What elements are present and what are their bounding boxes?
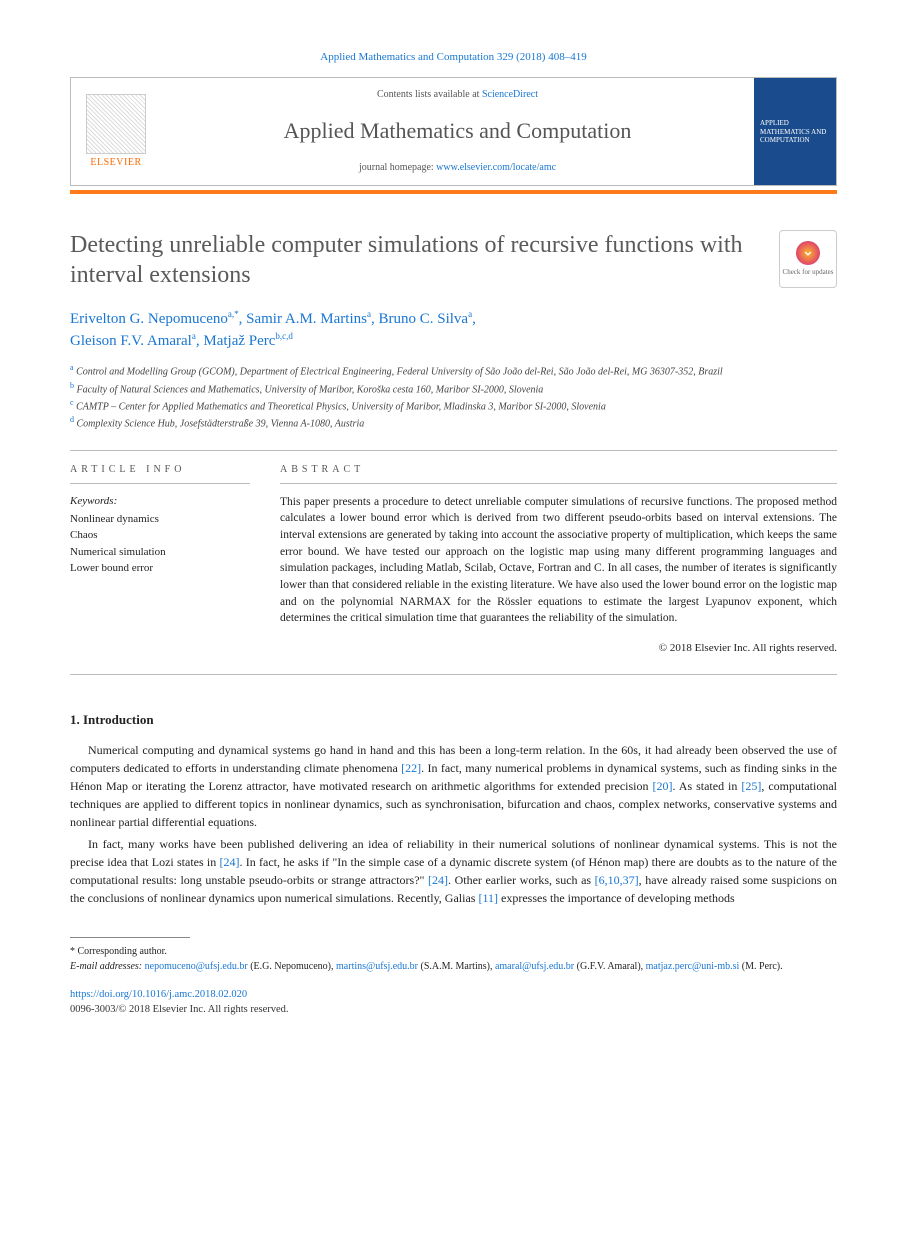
footnote-rule	[70, 937, 190, 938]
issn-copyright: 0096-3003/© 2018 Elsevier Inc. All right…	[70, 1004, 289, 1015]
email-4[interactable]: matjaz.perc@uni-mb.si	[646, 961, 740, 972]
keyword: Nonlinear dynamics	[70, 511, 250, 528]
sep: ,	[239, 311, 247, 327]
crossmark-icon	[796, 241, 820, 265]
homepage-link[interactable]: www.elsevier.com/locate/amc	[436, 162, 556, 173]
publisher-label: ELSEVIER	[90, 156, 141, 170]
article-title: Detecting unreliable computer simulation…	[70, 230, 759, 290]
email-label: E-mail addresses:	[70, 961, 142, 972]
keywords-label: Keywords:	[70, 494, 250, 509]
email-2-name: (S.A.M. Martins),	[418, 961, 495, 972]
affiliation-d: Complexity Science Hub, Josefstädterstra…	[77, 419, 365, 430]
journal-name: Applied Mathematics and Computation	[169, 116, 746, 147]
citation-header: Applied Mathematics and Computation 329 …	[70, 50, 837, 65]
elsevier-tree-icon	[86, 94, 146, 154]
keyword: Lower bound error	[70, 560, 250, 577]
ref-24[interactable]: [24]	[220, 855, 240, 869]
doi-link[interactable]: https://doi.org/10.1016/j.amc.2018.02.02…	[70, 989, 247, 1000]
author-1[interactable]: Erivelton G. Nepomuceno	[70, 311, 228, 327]
sciencedirect-link[interactable]: ScienceDirect	[482, 89, 538, 100]
divider-bar	[70, 190, 837, 194]
author-1-aff: a,*	[228, 309, 239, 319]
ref-20[interactable]: [20]	[652, 779, 672, 793]
affiliations-block: a Control and Modelling Group (GCOM), De…	[70, 362, 837, 431]
journal-homepage: journal homepage: www.elsevier.com/locat…	[169, 161, 746, 175]
homepage-prefix: journal homepage:	[359, 162, 436, 173]
text: . As stated in	[672, 779, 741, 793]
intro-para-1: Numerical computing and dynamical system…	[70, 741, 837, 831]
author-4[interactable]: Gleison F.V. Amaral	[70, 333, 192, 349]
affiliation-c: CAMTP – Center for Applied Mathematics a…	[76, 401, 606, 412]
abstract-column: ABSTRACT This paper presents a procedure…	[280, 463, 837, 657]
contents-available: Contents lists available at ScienceDirec…	[169, 88, 746, 102]
keyword: Numerical simulation	[70, 544, 250, 561]
publisher-logo-block: ELSEVIER	[71, 78, 161, 185]
affiliation-b: Faculty of Natural Sciences and Mathemat…	[77, 384, 544, 395]
author-5-aff: b,c,d	[275, 331, 293, 341]
text: . Other earlier works, such as	[448, 873, 595, 887]
journal-cover-thumb: APPLIED MATHEMATICS AND COMPUTATION	[754, 78, 836, 185]
corresponding-author: * Corresponding author.	[70, 944, 837, 959]
email-1-name: (E.G. Nepomuceno),	[248, 961, 336, 972]
article-info-column: ARTICLE INFO Keywords: Nonlinear dynamic…	[70, 463, 250, 657]
authors-block: Erivelton G. Nepomucenoa,*, Samir A.M. M…	[70, 308, 837, 352]
author-5[interactable]: Matjaž Perc	[203, 333, 275, 349]
ref-11[interactable]: [11]	[478, 891, 498, 905]
divider	[70, 674, 837, 675]
email-2[interactable]: martins@ufsj.edu.br	[336, 961, 418, 972]
email-1[interactable]: nepomuceno@ufsj.edu.br	[145, 961, 248, 972]
doi-block: https://doi.org/10.1016/j.amc.2018.02.02…	[70, 988, 837, 1017]
email-3-name: (G.F.V. Amaral),	[574, 961, 646, 972]
sep: ,	[472, 311, 476, 327]
intro-para-2: In fact, many works have been published …	[70, 835, 837, 907]
article-info-head: ARTICLE INFO	[70, 463, 250, 484]
text: expresses the importance of developing m…	[498, 891, 735, 905]
check-updates-badge[interactable]: Check for updates	[779, 230, 837, 288]
abstract-head: ABSTRACT	[280, 463, 837, 484]
section-1-head: 1. Introduction	[70, 711, 837, 729]
journal-header: ELSEVIER Contents lists available at Sci…	[70, 77, 837, 186]
ref-22[interactable]: [22]	[401, 761, 421, 775]
abstract-text: This paper presents a procedure to detec…	[280, 494, 837, 627]
email-4-name: (M. Perc).	[739, 961, 782, 972]
contents-prefix: Contents lists available at	[377, 89, 482, 100]
divider	[70, 450, 837, 451]
affiliation-a: Control and Modelling Group (GCOM), Depa…	[76, 367, 723, 378]
author-3[interactable]: Bruno C. Silva	[378, 311, 468, 327]
keywords-list: Nonlinear dynamics Chaos Numerical simul…	[70, 511, 250, 577]
email-3[interactable]: amaral@ufsj.edu.br	[495, 961, 574, 972]
ref-6-10-37[interactable]: [6,10,37]	[595, 873, 639, 887]
author-2[interactable]: Samir A.M. Martins	[246, 311, 367, 327]
check-updates-label: Check for updates	[783, 268, 834, 278]
footnotes-block: * Corresponding author. E-mail addresses…	[70, 944, 837, 974]
ref-25[interactable]: [25]	[741, 779, 761, 793]
abstract-copyright: © 2018 Elsevier Inc. All rights reserved…	[280, 641, 837, 656]
keyword: Chaos	[70, 527, 250, 544]
ref-24b[interactable]: [24]	[428, 873, 448, 887]
